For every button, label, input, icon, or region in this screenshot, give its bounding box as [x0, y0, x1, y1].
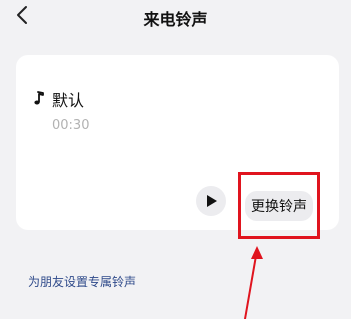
page-title: 来电铃声	[143, 10, 208, 29]
ringtone-card: 默认 00:30 更换铃声	[16, 55, 339, 239]
set-friend-ringtone-link[interactable]: 为朋友设置专属铃声	[28, 273, 136, 290]
play-icon	[207, 195, 217, 207]
play-button[interactable]	[196, 186, 226, 216]
header-bar: 来电铃声	[0, 0, 351, 32]
ringtone-name: 默认	[52, 91, 85, 110]
change-ringtone-label: 更换铃声	[245, 190, 313, 221]
music-note-icon	[34, 91, 44, 105]
change-ringtone-button[interactable]: 更换铃声	[238, 172, 320, 239]
ringtone-duration: 00:30	[52, 118, 90, 133]
